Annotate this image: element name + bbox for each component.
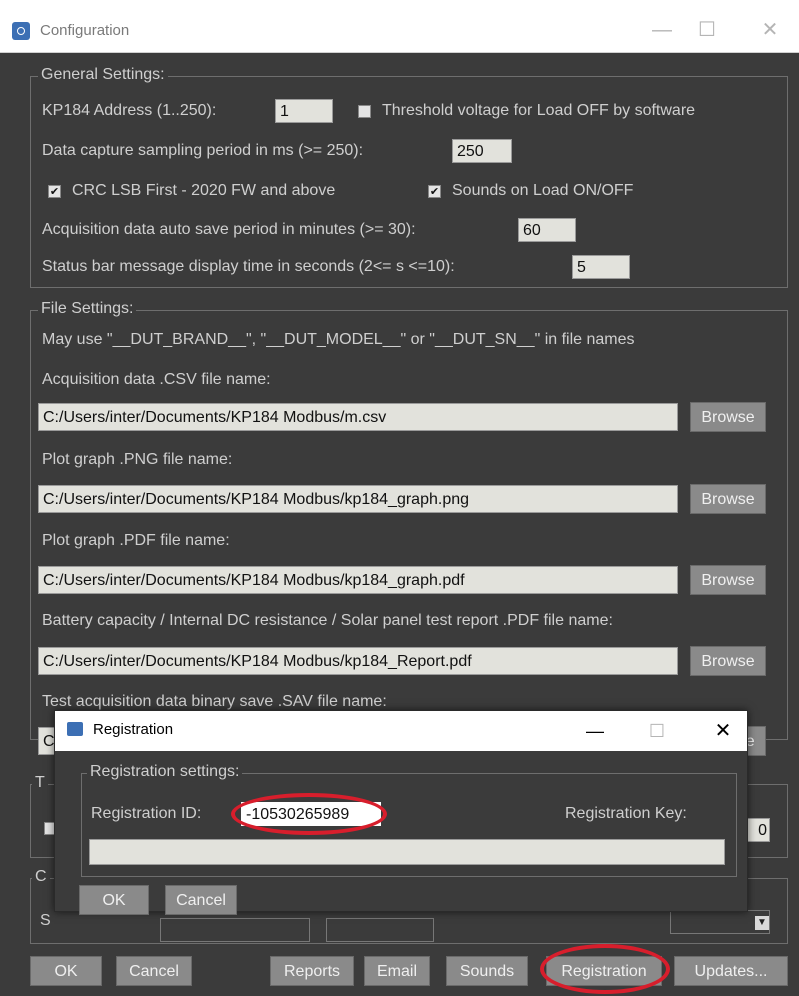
report-file-label: Battery capacity / Internal DC resistanc… <box>42 612 613 629</box>
pdf-file-input[interactable]: C:/Users/inter/Documents/KP184 Modbus/kp… <box>38 566 678 594</box>
registration-ok-button[interactable]: OK <box>79 885 149 915</box>
close-icon[interactable]: ✕ <box>748 16 792 44</box>
png-file-label: Plot graph .PNG file name: <box>42 451 233 468</box>
registration-close-icon[interactable]: ✕ <box>703 717 743 745</box>
file-names-hint: May use "__DUT_BRAND__", "__DUT_MODEL__"… <box>42 331 635 348</box>
app-icon <box>12 22 30 40</box>
registration-settings-legend: Registration settings: <box>87 763 243 781</box>
png-browse-button[interactable]: Browse <box>690 484 766 514</box>
crc-lsb-checkbox[interactable]: ✔ <box>48 185 61 198</box>
email-button[interactable]: Email <box>364 956 430 986</box>
crc-lsb-label: CRC LSB First - 2020 FW and above <box>72 182 336 199</box>
sounds-button[interactable]: Sounds <box>446 956 528 986</box>
report-browse-button[interactable]: Browse <box>690 646 766 676</box>
registration-cancel-button[interactable]: Cancel <box>165 885 237 915</box>
sampling-period-input[interactable]: 250 <box>452 139 512 163</box>
csv-file-label: Acquisition data .CSV file name: <box>42 371 271 388</box>
general-settings-legend: General Settings: <box>38 66 168 84</box>
window-title: Configuration <box>40 22 130 39</box>
registration-id-label: Registration ID: <box>91 805 202 822</box>
registration-dialog: Registration — ☐ ✕ Registration settings… <box>54 710 748 915</box>
reports-button[interactable]: Reports <box>270 956 354 986</box>
registration-key-label: Registration Key: <box>565 805 687 822</box>
sounds-load-checkbox[interactable]: ✔ <box>428 185 441 198</box>
partial-field-2[interactable] <box>326 918 434 942</box>
cancel-button[interactable]: Cancel <box>116 956 192 986</box>
partial-group-c-legend: C <box>32 868 50 886</box>
pdf-browse-button[interactable]: Browse <box>690 565 766 595</box>
partial-field-1[interactable] <box>160 918 310 942</box>
csv-file-input[interactable]: C:/Users/inter/Documents/KP184 Modbus/m.… <box>38 403 678 431</box>
registration-title: Registration <box>93 721 174 738</box>
window-titlebar: Configuration — ☐ ✕ <box>0 0 799 53</box>
registration-minimize-icon[interactable]: — <box>575 717 615 745</box>
registration-titlebar: Registration — ☐ ✕ <box>55 711 747 751</box>
statusbar-time-label: Status bar message display time in secon… <box>42 258 455 275</box>
sounds-load-label: Sounds on Load ON/OFF <box>452 182 634 199</box>
file-settings-legend: File Settings: <box>38 300 137 318</box>
registration-id-highlight <box>231 793 387 835</box>
sampling-period-label: Data capture sampling period in ms (>= 2… <box>42 142 364 159</box>
threshold-label: Threshold voltage for Load OFF by softwa… <box>382 102 696 119</box>
autosave-period-label: Acquisition data auto save period in min… <box>42 221 416 238</box>
updates-button[interactable]: Updates... <box>674 956 788 986</box>
partial-s-label: S <box>40 912 51 929</box>
maximize-icon[interactable]: ☐ <box>685 16 729 44</box>
autosave-period-input[interactable]: 60 <box>518 218 576 242</box>
statusbar-time-input[interactable]: 5 <box>572 255 630 279</box>
registration-maximize-icon[interactable]: ☐ <box>637 717 677 745</box>
report-file-input[interactable]: C:/Users/inter/Documents/KP184 Modbus/kp… <box>38 647 678 675</box>
registration-key-input[interactable] <box>89 839 725 865</box>
registration-button-highlight <box>540 944 670 994</box>
minimize-icon[interactable]: — <box>640 16 684 44</box>
pdf-file-label: Plot graph .PDF file name: <box>42 532 230 549</box>
csv-browse-button[interactable]: Browse <box>690 402 766 432</box>
chevron-down-icon[interactable]: ▼ <box>755 916 769 930</box>
partial-group-t-legend: T <box>32 774 48 792</box>
threshold-checkbox[interactable] <box>358 105 371 118</box>
ok-button[interactable]: OK <box>30 956 102 986</box>
registration-app-icon <box>67 722 83 736</box>
kp184-address-input[interactable]: 1 <box>275 99 333 123</box>
kp184-address-label: KP184 Address (1..250): <box>42 102 217 119</box>
png-file-input[interactable]: C:/Users/inter/Documents/KP184 Modbus/kp… <box>38 485 678 513</box>
sav-file-label: Test acquisition data binary save .SAV f… <box>42 693 387 710</box>
